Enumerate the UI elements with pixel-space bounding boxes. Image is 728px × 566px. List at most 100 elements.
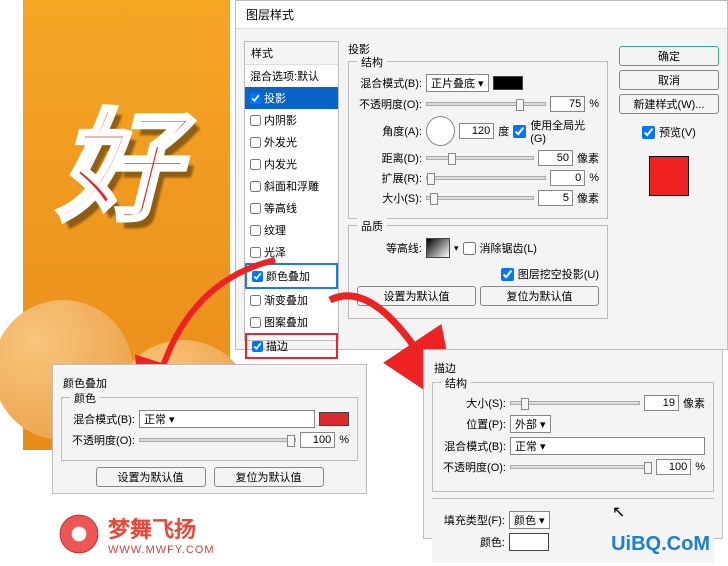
stroke-panel: 描边 结构 大小(S): 像素 位置(P): 外部 ▾ 混合模式(B): 正常 … (423, 349, 723, 539)
style-checkbox[interactable] (250, 225, 261, 236)
cancel-button[interactable]: 取消 (619, 70, 719, 90)
style-item-12[interactable]: 描边 (245, 333, 338, 359)
dialog-buttons: 确定 取消 新建样式(W)... 预览(V) (619, 46, 719, 204)
distance-input[interactable] (538, 150, 573, 166)
co-opacity-slider[interactable] (139, 438, 296, 442)
logo-url: WWW.MWFY.COM (108, 544, 215, 556)
styles-header: 样式 (245, 42, 338, 65)
style-label: 颜色叠加 (266, 268, 310, 284)
blend-mode-label: 混合模式(B): (357, 75, 422, 91)
stroke-opacity-label: 不透明度(O): (441, 459, 506, 475)
co-blend-select[interactable]: 正常 ▾ (139, 410, 315, 428)
quality-legend: 品质 (357, 218, 387, 234)
style-checkbox[interactable] (252, 271, 263, 282)
new-style-button[interactable]: 新建样式(W)... (619, 94, 719, 114)
stroke-size-label: 大小(S): (441, 395, 506, 411)
stroke-opacity-input[interactable] (656, 459, 691, 475)
size-input[interactable] (538, 190, 573, 206)
style-item-7[interactable]: 纹理 (245, 219, 338, 241)
contour-picker[interactable] (426, 238, 450, 258)
style-checkbox[interactable] (250, 247, 261, 258)
contour-label: 等高线: (357, 240, 422, 256)
angle-dial[interactable] (426, 116, 455, 146)
stroke-title: 描边 (434, 360, 714, 376)
co-opacity-input[interactable] (300, 432, 335, 448)
style-checkbox[interactable] (250, 137, 261, 148)
style-label: 内阴影 (264, 112, 297, 128)
style-item-4[interactable]: 内发光 (245, 153, 338, 175)
global-light-checkbox[interactable] (513, 125, 526, 138)
style-checkbox[interactable] (250, 317, 261, 328)
knockout-checkbox[interactable] (501, 268, 514, 281)
shadow-color-swatch[interactable] (493, 76, 523, 90)
stroke-color-label: 颜色: (440, 534, 505, 550)
set-default-button[interactable]: 设置为默认值 (357, 286, 476, 306)
distance-slider[interactable] (426, 156, 534, 160)
style-label: 混合选项:默认 (250, 68, 319, 84)
co-set-default-button[interactable]: 设置为默认值 (96, 467, 206, 487)
style-item-3[interactable]: 外发光 (245, 131, 338, 153)
co-reset-default-button[interactable]: 复位为默认值 (214, 467, 324, 487)
preview-checkbox[interactable] (642, 126, 655, 139)
spread-input[interactable] (550, 170, 585, 186)
stroke-size-input[interactable] (644, 395, 679, 411)
style-label: 外发光 (264, 134, 297, 150)
angle-input[interactable] (459, 123, 494, 139)
antialias-checkbox[interactable] (463, 242, 476, 255)
style-item-5[interactable]: 斜面和浮雕 (245, 175, 338, 197)
opacity-label: 不透明度(O): (357, 96, 422, 112)
style-item-2[interactable]: 内阴影 (245, 109, 338, 131)
styles-panel: 样式 混合选项:默认投影内阴影外发光内发光斜面和浮雕等高线纹理光泽颜色叠加渐变叠… (244, 41, 339, 341)
style-item-1[interactable]: 投影 (245, 87, 338, 109)
ok-button[interactable]: 确定 (619, 46, 719, 66)
stroke-fill-select[interactable]: 颜色 ▾ (509, 511, 550, 529)
spread-slider[interactable] (426, 176, 546, 180)
style-label: 光泽 (264, 244, 286, 260)
style-label: 等高线 (264, 200, 297, 216)
logo-text: 梦舞飞扬 (108, 512, 215, 544)
opacity-slider[interactable] (426, 102, 546, 106)
stroke-color-swatch[interactable] (509, 533, 549, 551)
shadow-title: 投影 (348, 41, 608, 57)
shadow-properties: 投影 结构 混合模式(B): 正片叠底 ▾ 不透明度(O): % 角度(A): … (348, 41, 608, 351)
stroke-blend-select[interactable]: 正常 ▾ (510, 437, 705, 455)
dialog-title: 图层样式 (236, 1, 727, 29)
style-checkbox[interactable] (250, 295, 261, 306)
style-item-6[interactable]: 等高线 (245, 197, 338, 219)
style-label: 描边 (266, 338, 288, 354)
style-item-10[interactable]: 渐变叠加 (245, 289, 338, 311)
distance-label: 距离(D): (357, 150, 422, 166)
stroke-opacity-slider[interactable] (510, 465, 652, 469)
blend-mode-select[interactable]: 正片叠底 ▾ (426, 74, 489, 92)
stroke-size-slider[interactable] (510, 401, 640, 405)
style-item-11[interactable]: 图案叠加 (245, 311, 338, 333)
layer-style-dialog: 图层样式 样式 混合选项:默认投影内阴影外发光内发光斜面和浮雕等高线纹理光泽颜色… (235, 0, 728, 350)
opacity-input[interactable] (550, 96, 585, 112)
style-label: 图案叠加 (264, 314, 308, 330)
style-item-0[interactable]: 混合选项:默认 (245, 65, 338, 87)
uibq-watermark: UiBQ.CoM (611, 533, 710, 556)
color-overlay-panel: 颜色叠加 颜色 混合模式(B): 正常 ▾ 不透明度(O): % 设置为默认值 … (52, 364, 367, 494)
co-title: 颜色叠加 (63, 375, 358, 391)
logo: 梦舞飞扬 WWW.MWFY.COM (58, 512, 215, 556)
style-checkbox[interactable] (250, 93, 261, 104)
co-color-swatch[interactable] (319, 412, 349, 426)
style-label: 渐变叠加 (264, 292, 308, 308)
style-checkbox[interactable] (250, 181, 261, 192)
angle-label: 角度(A): (357, 123, 422, 139)
style-checkbox[interactable] (250, 203, 261, 214)
style-checkbox[interactable] (250, 115, 261, 126)
preview-swatch (649, 156, 689, 196)
stroke-pos-select[interactable]: 外部 ▾ (510, 415, 551, 433)
cursor-icon: ↖ (612, 502, 625, 522)
size-slider[interactable] (426, 196, 534, 200)
style-label: 投影 (264, 90, 286, 106)
reset-default-button[interactable]: 复位为默认值 (480, 286, 599, 306)
co-blend-label: 混合模式(B): (70, 411, 135, 427)
style-label: 纹理 (264, 222, 286, 238)
spread-label: 扩展(R): (357, 170, 422, 186)
style-item-8[interactable]: 光泽 (245, 241, 338, 263)
style-checkbox[interactable] (252, 341, 263, 352)
style-item-9[interactable]: 颜色叠加 (245, 263, 338, 289)
style-checkbox[interactable] (250, 159, 261, 170)
